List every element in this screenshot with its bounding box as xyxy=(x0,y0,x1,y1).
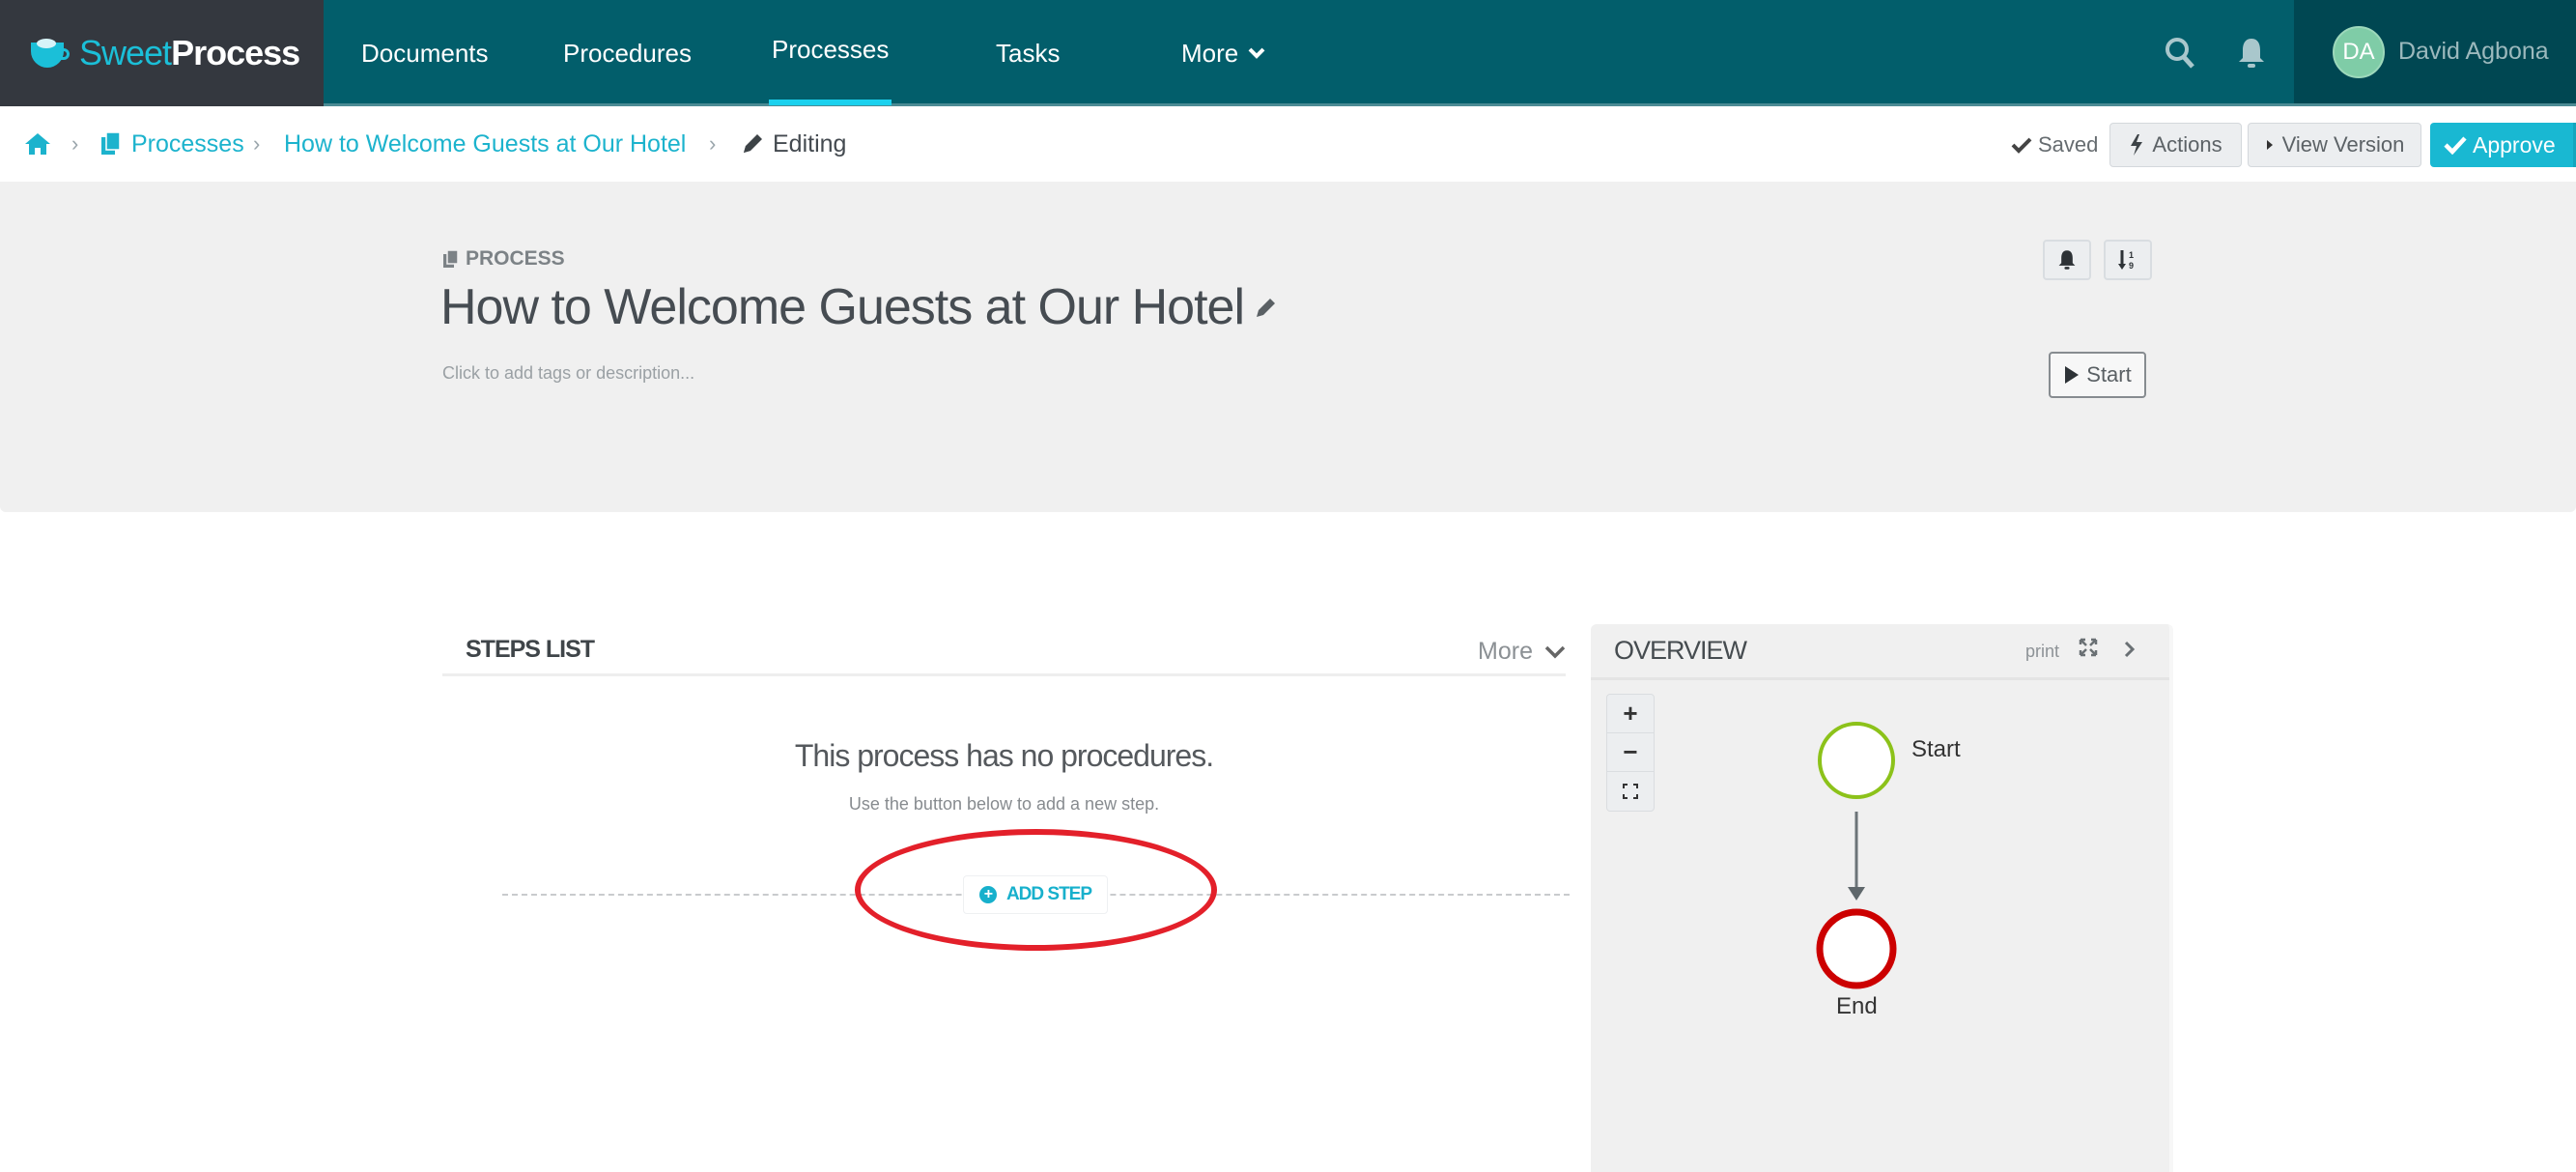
process-type-text: PROCESS xyxy=(466,247,565,270)
breadcrumb-bar: › Processes › How to Welcome Guests at O… xyxy=(0,106,2576,182)
empty-state-subtitle: Use the button below to add a new step. xyxy=(848,794,1160,814)
breadcrumb-separator: › xyxy=(709,131,717,156)
subscribe-button[interactable] xyxy=(2043,240,2091,280)
breadcrumb-separator: › xyxy=(253,131,261,156)
brand-sweet: Sweet xyxy=(79,33,172,72)
breadcrumb-label: Processes xyxy=(131,129,244,157)
breadcrumb-processes[interactable]: Processes xyxy=(100,106,244,182)
copy-icon xyxy=(101,131,121,155)
sort-numeric-icon: 19 xyxy=(2118,250,2134,271)
check-icon xyxy=(2444,136,2467,155)
search-icon[interactable] xyxy=(2165,37,2195,77)
nav-documents[interactable]: Documents xyxy=(361,0,489,106)
logo[interactable]: SweetProcess xyxy=(0,0,324,106)
saved-status: Saved xyxy=(2011,123,2098,167)
chevron-down-icon xyxy=(1248,47,1265,59)
bell-icon xyxy=(2058,250,2076,270)
copy-icon xyxy=(443,249,459,268)
end-node-label: End xyxy=(1836,993,1878,1019)
nav-tasks[interactable]: Tasks xyxy=(996,0,1060,106)
nav-label: Tasks xyxy=(996,38,1061,68)
add-step-label: ADD STEP xyxy=(1005,884,1092,904)
end-node[interactable] xyxy=(1816,908,1897,989)
breadcrumb-label: Editing xyxy=(773,129,847,157)
breadcrumb-current: Editing xyxy=(740,106,846,182)
process-header: PROCESS How to Welcome Guests at Our Hot… xyxy=(0,182,2576,512)
steps-more-dropdown[interactable]: More xyxy=(1478,638,1566,666)
overview-panel: OVERVIEW print Start End + − xyxy=(1591,624,2173,1172)
saved-label: Saved xyxy=(2038,132,2099,157)
svg-text:9: 9 xyxy=(2129,261,2134,271)
svg-text:1: 1 xyxy=(2129,250,2134,260)
fit-to-screen-button[interactable] xyxy=(1607,772,1654,811)
breadcrumb-label: How to Welcome Guests at Our Hotel xyxy=(284,129,687,157)
actions-button[interactable]: Actions xyxy=(2109,123,2242,167)
home-icon xyxy=(25,133,50,155)
breadcrumb-separator: › xyxy=(71,131,79,156)
check-icon xyxy=(2011,137,2032,154)
actions-label: Actions xyxy=(2152,132,2222,157)
empty-state-title: This process has no procedures. xyxy=(794,738,1214,773)
nav-label: Procedures xyxy=(563,38,692,68)
zoom-controls: + − xyxy=(1606,694,1655,812)
pencil-icon xyxy=(744,134,762,153)
bell-icon[interactable] xyxy=(2237,37,2266,77)
process-title[interactable]: How to Welcome Guests at Our Hotel xyxy=(440,278,1279,336)
approve-button[interactable]: Approve xyxy=(2430,123,2576,167)
start-node[interactable] xyxy=(1818,722,1895,799)
steps-list-title: STEPS LIST xyxy=(466,636,595,663)
breadcrumb-process-title[interactable]: How to Welcome Guests at Our Hotel xyxy=(284,106,686,182)
more-label: More xyxy=(1478,638,1533,665)
fit-screen-icon xyxy=(1623,784,1638,799)
start-button[interactable]: Start xyxy=(2049,352,2146,398)
process-title-text: How to Welcome Guests at Our Hotel xyxy=(440,279,1245,335)
add-step-button[interactable]: + ADD STEP xyxy=(963,875,1108,914)
chevron-down-icon xyxy=(1544,645,1566,658)
process-type-label: PROCESS xyxy=(442,247,565,271)
zoom-out-button[interactable]: − xyxy=(1607,733,1654,772)
user-name: David Agbona xyxy=(2398,38,2549,65)
zoom-in-button[interactable]: + xyxy=(1607,695,1654,733)
start-label: Start xyxy=(2086,362,2132,386)
approve-label: Approve xyxy=(2473,131,2556,157)
play-icon xyxy=(2065,366,2080,384)
nav-label: Processes xyxy=(772,34,890,64)
steps-list-header: STEPS LIST More xyxy=(442,624,1566,676)
description-field[interactable]: Click to add tags or description... xyxy=(442,363,694,384)
avatar: DA xyxy=(2333,25,2385,78)
view-version-label: View Version xyxy=(2281,132,2405,157)
nav-more[interactable]: More xyxy=(1181,0,1265,106)
breadcrumb-home[interactable] xyxy=(23,106,52,182)
arrow-head-icon xyxy=(1848,887,1865,900)
lightning-icon xyxy=(2131,134,2143,156)
process-flow-diagram xyxy=(1816,722,1897,989)
brand-process: Process xyxy=(171,33,300,72)
sort-button[interactable]: 19 xyxy=(2104,240,2152,280)
edit-pencil-icon[interactable] xyxy=(1254,295,1279,320)
start-node-label: Start xyxy=(1911,736,1961,762)
nav-label: More xyxy=(1181,38,1239,68)
plus-circle-icon: + xyxy=(978,886,997,903)
top-navbar: SweetProcess Documents Procedures Proces… xyxy=(0,0,2576,106)
brand-name: SweetProcess xyxy=(79,33,300,73)
nav-procedures[interactable]: Procedures xyxy=(563,0,692,106)
view-version-button[interactable]: View Version xyxy=(2248,123,2421,167)
nav-processes[interactable]: Processes xyxy=(768,0,892,105)
nav-label: Documents xyxy=(361,38,489,68)
coffee-cup-logo-icon xyxy=(29,37,71,70)
user-menu[interactable]: DA David Agbona xyxy=(2294,0,2576,103)
caret-right-icon xyxy=(2266,140,2273,150)
